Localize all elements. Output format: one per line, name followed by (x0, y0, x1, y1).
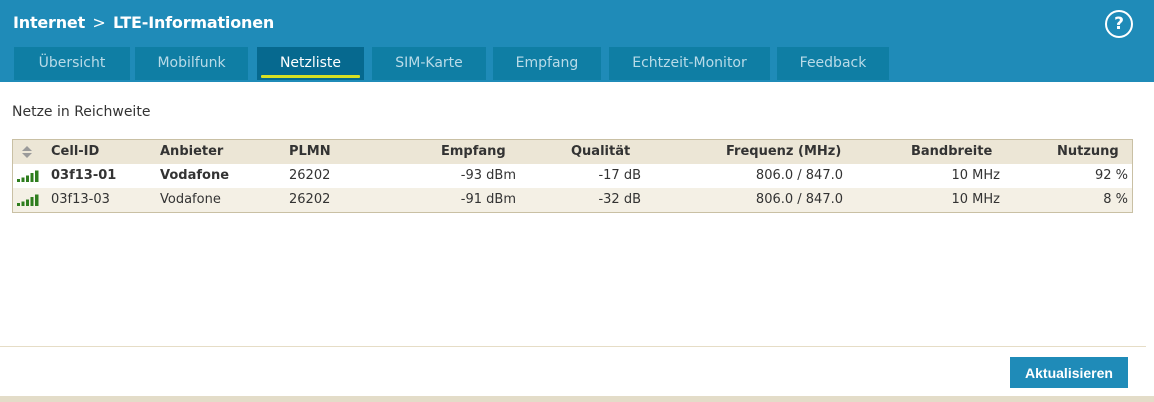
section-title: Netze in Reichweite (12, 104, 151, 120)
empfang: -93 dBm (460, 168, 516, 183)
column-header-bandbreite[interactable]: Bandbreite (911, 144, 992, 159)
frequenz: 806.0 / 847.0 (755, 168, 843, 183)
column-header-empfang[interactable]: Empfang (441, 144, 506, 159)
column-header-anbieter[interactable]: Anbieter (160, 144, 223, 159)
bandbreite: 10 MHz (951, 192, 1001, 207)
empfang: -91 dBm (460, 192, 516, 207)
refresh-button[interactable]: Aktualisieren (1010, 357, 1128, 388)
cell-id: 03f13-03 (51, 192, 110, 207)
frequenz: 806.0 / 847.0 (755, 192, 843, 207)
signal-strength-icon (17, 194, 39, 206)
tab-echtzeit-monitor[interactable]: Echtzeit-Monitor (609, 47, 770, 80)
footer-divider (0, 346, 1146, 347)
cell-id: 03f13-01 (51, 168, 117, 183)
tab-sim-karte[interactable]: SIM-Karte (372, 47, 486, 80)
qualitaet: -17 dB (598, 168, 641, 183)
nutzung: 8 % (1103, 192, 1128, 207)
table-row[interactable]: 03f13-01 Vodafone 26202 -93 dBm -17 dB 8… (13, 164, 1132, 188)
signal-strength-icon (17, 170, 39, 182)
column-header-nutzung[interactable]: Nutzung (1057, 144, 1119, 159)
qualitaet: -32 dB (598, 192, 641, 207)
tab-empfang[interactable]: Empfang (493, 47, 601, 80)
network-table: Cell-ID Anbieter PLMN Empfang Qualität F… (12, 139, 1133, 213)
breadcrumb-separator: > (92, 13, 106, 32)
tab-netzliste[interactable]: Netzliste (257, 47, 364, 80)
header-bar: Internet > LTE-Informationen ? Übersicht… (0, 0, 1154, 82)
column-header-qualitaet[interactable]: Qualität (571, 144, 630, 159)
tab-uebersicht[interactable]: Übersicht (14, 47, 130, 80)
column-header-cell-id[interactable]: Cell-ID (51, 144, 99, 159)
help-icon[interactable]: ? (1105, 10, 1133, 38)
tab-mobilfunk[interactable]: Mobilfunk (135, 47, 248, 80)
column-header-plmn[interactable]: PLMN (289, 144, 331, 159)
column-header-frequenz[interactable]: Frequenz (MHz) (726, 144, 841, 159)
anbieter: Vodafone (160, 192, 221, 207)
sort-icon[interactable] (21, 144, 33, 160)
plmn: 26202 (289, 192, 331, 207)
breadcrumb-root[interactable]: Internet (13, 13, 85, 32)
plmn: 26202 (289, 168, 331, 183)
anbieter: Vodafone (160, 168, 230, 183)
tab-feedback[interactable]: Feedback (777, 47, 889, 80)
page-title: LTE-Informationen (113, 13, 275, 32)
table-row[interactable]: 03f13-03 Vodafone 26202 -91 dBm -32 dB 8… (13, 188, 1132, 212)
breadcrumb: Internet > LTE-Informationen (13, 13, 274, 32)
header-edge (1146, 44, 1154, 82)
nutzung: 92 % (1094, 168, 1128, 183)
bandbreite: 10 MHz (951, 168, 1001, 183)
table-header-row: Cell-ID Anbieter PLMN Empfang Qualität F… (13, 140, 1132, 164)
footer-band (0, 396, 1154, 402)
